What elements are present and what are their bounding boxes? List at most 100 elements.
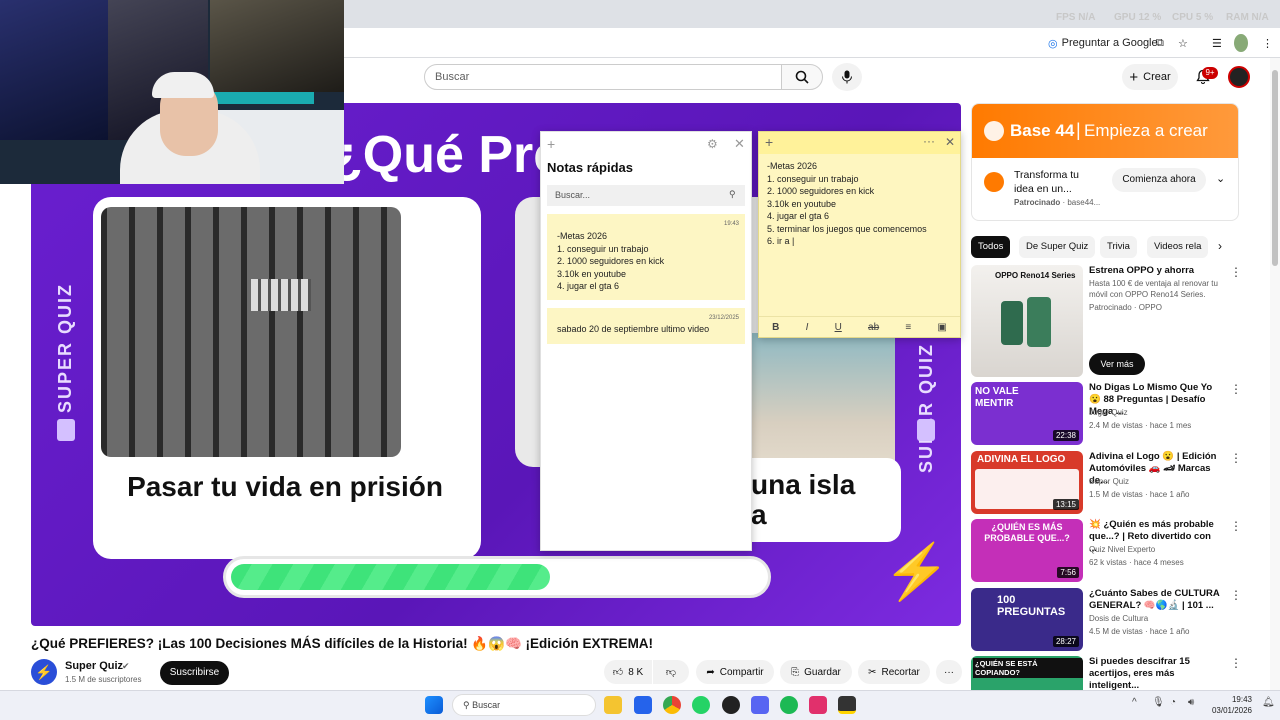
taskbar-clock[interactable]: 19:43 03/01/2026 bbox=[1206, 694, 1252, 716]
rec-item[interactable]: 100 PREGUNTAS 28:27 ¿Cuánto Sabes de CUL… bbox=[971, 588, 1261, 652]
thumbs-up-icon: 👍︎ bbox=[612, 667, 624, 678]
ask-google-button[interactable]: ◎ Preguntar a Google bbox=[1048, 34, 1158, 52]
bold-icon[interactable]: B bbox=[772, 322, 779, 333]
app-icon[interactable] bbox=[722, 696, 740, 714]
sticky-line: 5. terminar los juegos que comencemos bbox=[767, 223, 927, 234]
subscribe-button[interactable]: Suscribirse bbox=[160, 661, 229, 685]
option-right-line1: una isla bbox=[751, 469, 856, 500]
like-button[interactable]: 👍︎ 8 K bbox=[604, 660, 652, 684]
hud-cpu: CPU 5 % bbox=[1172, 12, 1214, 23]
image-icon[interactable]: ▣ bbox=[937, 322, 946, 333]
strikethrough-icon[interactable]: ab bbox=[868, 322, 879, 333]
underline-icon[interactable]: U bbox=[835, 322, 842, 333]
more-horizontal-icon: ··· bbox=[944, 666, 954, 678]
more-vertical-icon[interactable]: ⋮ bbox=[1230, 451, 1242, 465]
italic-icon[interactable]: I bbox=[806, 322, 809, 333]
channel-avatar[interactable]: ⚡ bbox=[31, 659, 57, 685]
more-vertical-icon[interactable]: ⋮ bbox=[1230, 265, 1242, 279]
whatsapp-icon[interactable] bbox=[692, 696, 710, 714]
file-explorer-icon[interactable] bbox=[604, 696, 622, 714]
rec-item[interactable]: ¿QUIÉN SE ESTÁ COPIANDO? Si puedes desci… bbox=[971, 656, 1261, 690]
chip-trivia[interactable]: Trivia bbox=[1100, 236, 1137, 258]
dislike-button[interactable]: 👎︎ bbox=[653, 660, 689, 684]
store-icon[interactable] bbox=[634, 696, 652, 714]
webcam-overlay bbox=[0, 0, 344, 184]
scrollbar-thumb[interactable] bbox=[1272, 70, 1278, 266]
chip-all[interactable]: Todos bbox=[971, 236, 1011, 258]
share-button[interactable]: ➦ Compartir bbox=[696, 660, 774, 684]
chevron-up-icon[interactable]: ^ bbox=[1132, 697, 1137, 708]
ad-cta-button[interactable]: Comienza ahora bbox=[1112, 168, 1206, 192]
taskbar-search-label: Buscar bbox=[472, 700, 501, 710]
notes-search-input[interactable]: Buscar... bbox=[547, 185, 745, 206]
add-note-icon[interactable]: + bbox=[765, 134, 773, 150]
note-card-2[interactable]: 23/12/2025 sabado 20 de septiembre ultim… bbox=[547, 308, 745, 344]
reading-list-icon[interactable]: ☰ bbox=[1212, 34, 1222, 52]
ask-google-label: Preguntar a Google bbox=[1061, 37, 1158, 49]
create-button[interactable]: + Crear bbox=[1122, 64, 1178, 90]
option-right-line2: a bbox=[751, 499, 767, 530]
rec-item-ad[interactable]: OPPO Reno14 Series Estrena OPPO y ahorra… bbox=[971, 265, 1261, 377]
chrome-icon[interactable] bbox=[663, 696, 681, 714]
notification-badge: 9+ bbox=[1202, 67, 1218, 79]
search-input[interactable]: Buscar bbox=[424, 64, 782, 90]
discord-icon[interactable] bbox=[751, 696, 769, 714]
chip-related[interactable]: Videos rela bbox=[1147, 236, 1209, 258]
timer-bar-fill bbox=[231, 564, 550, 590]
clip-button[interactable]: ✂ Recortar bbox=[858, 660, 930, 684]
volume-icon[interactable]: 🔊︎ bbox=[1188, 697, 1194, 708]
sticky-note-editor[interactable]: + ··· ✕ -Metas 2026 1. conseguir un trab… bbox=[758, 131, 961, 338]
note-line: 1. conseguir un trabajo bbox=[557, 243, 649, 254]
note-time: 23/12/2025 bbox=[708, 315, 739, 321]
add-note-icon[interactable]: + bbox=[547, 136, 555, 152]
rec-item[interactable]: NO VALE MENTIR 22:38 No Digas Lo Mismo Q… bbox=[971, 382, 1261, 446]
account-avatar[interactable] bbox=[1228, 66, 1250, 88]
more-actions-button[interactable]: ··· bbox=[936, 660, 962, 684]
see-more-button[interactable]: Ver más bbox=[1089, 353, 1145, 375]
rec-thumb-text: ADIVINA EL LOGO bbox=[977, 454, 1066, 465]
more-icon[interactable]: ··· bbox=[923, 134, 935, 148]
note-card-1[interactable]: 19:43 -Metas 2026 1. conseguir un trabaj… bbox=[547, 214, 745, 300]
rec-stats: 62 k vistas · hace 4 meses bbox=[1089, 558, 1184, 567]
more-vertical-icon[interactable]: ⋮ bbox=[1230, 656, 1242, 670]
ad-banner: Base 44 | Empieza a crear bbox=[972, 104, 1238, 158]
rec-stats: 4.5 M de vistas · hace 1 año bbox=[1089, 627, 1190, 636]
rec-item[interactable]: ¿QUIÉN ES MÁS PROBABLE QUE...? 7:56 💥 ¿Q… bbox=[971, 519, 1261, 583]
sticky-text-area[interactable]: -Metas 2026 1. conseguir un trabajo 2. 1… bbox=[767, 160, 957, 248]
app-icon[interactable] bbox=[809, 696, 827, 714]
ad-tagline: Empieza a crear bbox=[1084, 121, 1208, 140]
windows-start-icon[interactable] bbox=[425, 696, 443, 714]
voice-search-button[interactable] bbox=[832, 63, 862, 91]
clock-date: 03/01/2026 bbox=[1211, 706, 1252, 715]
sticky-notes-icon[interactable] bbox=[838, 696, 856, 714]
mic-tray-icon[interactable]: 🎙︎ bbox=[1152, 697, 1165, 708]
sponsored-ad[interactable]: Base 44 | Empieza a crear Transforma tu … bbox=[971, 103, 1239, 221]
hud-fps: FPS N/A bbox=[1056, 12, 1096, 23]
lens-icon: ◎ bbox=[1048, 37, 1058, 50]
rec-item[interactable]: ADIVINA EL LOGO 13:15 Adivina el Logo 😮 … bbox=[971, 451, 1261, 515]
rec-thumbnail: 100 PREGUNTAS 28:27 bbox=[971, 588, 1083, 651]
search-button[interactable] bbox=[781, 64, 823, 90]
notification-center-icon[interactable]: 🔔︎ bbox=[1262, 697, 1275, 708]
more-vertical-icon[interactable]: ⋮ bbox=[1230, 588, 1242, 602]
channel-name[interactable]: Super Quiz bbox=[65, 660, 123, 672]
more-vertical-icon[interactable]: ⋮ bbox=[1230, 519, 1242, 533]
save-button[interactable]: ⎘ Guardar bbox=[780, 660, 852, 684]
menu-kebab-icon[interactable]: ⋮ bbox=[1262, 34, 1273, 52]
note-line: 2. 1000 seguidores en kick bbox=[557, 256, 665, 266]
install-icon[interactable]: ⧉ bbox=[1156, 34, 1164, 52]
spotify-icon[interactable] bbox=[780, 696, 798, 714]
chevron-down-icon[interactable]: ⌄ bbox=[1216, 172, 1225, 185]
sticky-line: -Metas 2026 bbox=[767, 161, 818, 171]
wifi-icon[interactable]: ◔ bbox=[1170, 697, 1176, 708]
taskbar-search[interactable]: ⚲ Buscar bbox=[452, 694, 596, 716]
profile-avatar[interactable] bbox=[1234, 34, 1248, 52]
chevron-right-icon[interactable]: › bbox=[1218, 239, 1222, 253]
settings-gear-icon[interactable]: ⚙ bbox=[707, 137, 718, 151]
bookmark-star-icon[interactable]: ☆ bbox=[1178, 34, 1188, 52]
bullet-list-icon[interactable]: ≡ bbox=[905, 322, 911, 333]
close-icon[interactable]: ✕ bbox=[734, 136, 745, 152]
more-vertical-icon[interactable]: ⋮ bbox=[1230, 382, 1242, 396]
close-icon[interactable]: ✕ bbox=[945, 135, 955, 149]
chip-channel[interactable]: De Super Quiz bbox=[1019, 236, 1096, 258]
